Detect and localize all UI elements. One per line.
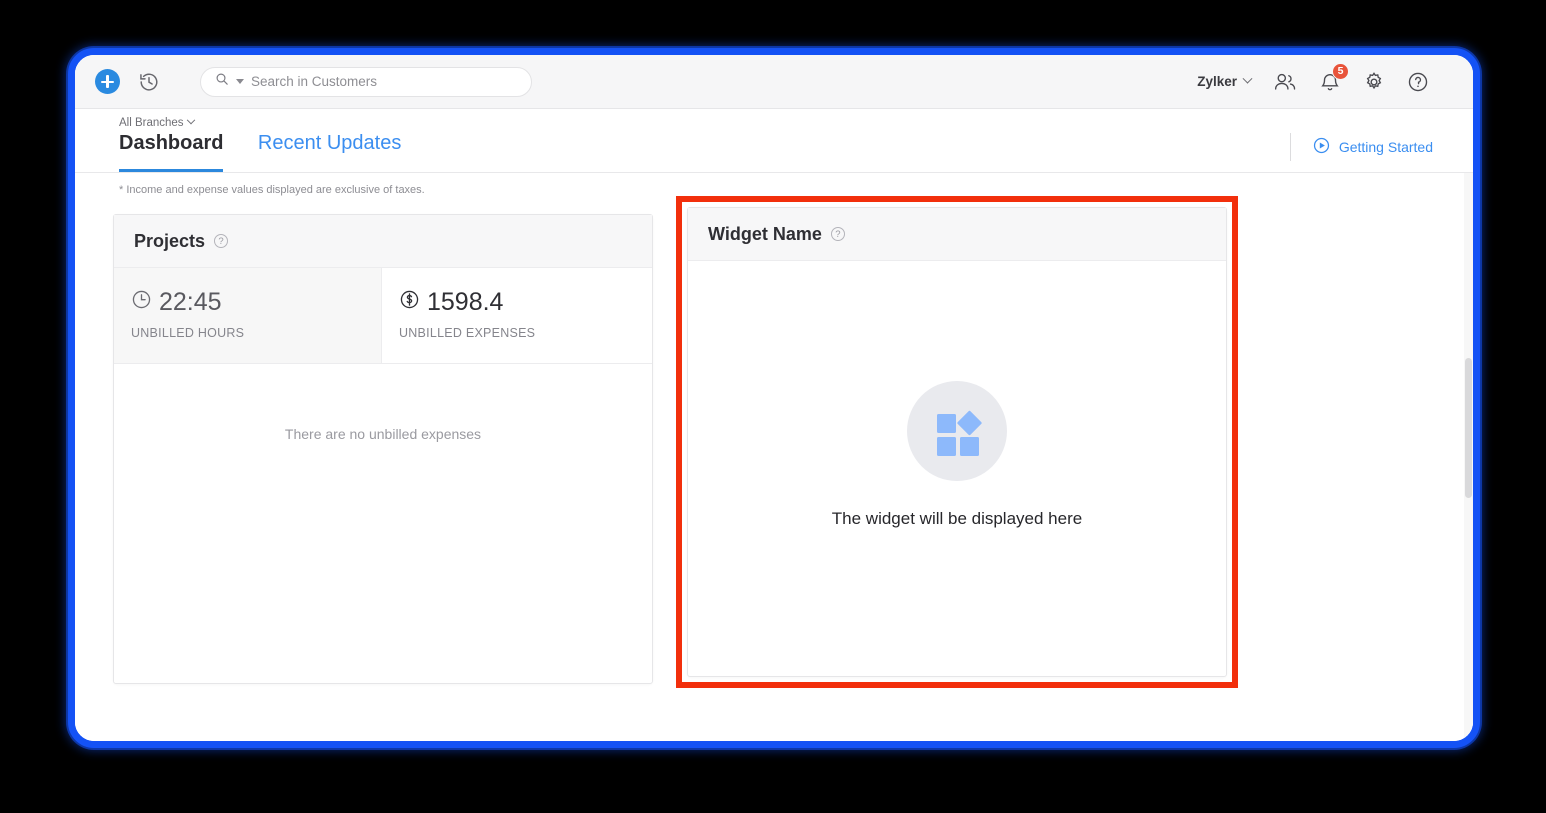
- custom-widget-body: The widget will be displayed here: [688, 261, 1226, 676]
- question-circle-icon[interactable]: ?: [830, 227, 845, 241]
- chevron-down-icon: [186, 115, 195, 125]
- metric-unbilled-expenses: 1598.4 UNBILLED EXPENSES: [382, 268, 650, 363]
- page-header: All Branches Dashboard Recent Updates Ge…: [75, 109, 1473, 173]
- custom-widget-header: Widget Name ?: [688, 208, 1226, 261]
- tax-note: * Income and expense values displayed ar…: [119, 184, 425, 196]
- clock-icon: [131, 288, 152, 317]
- vertical-scrollbar[interactable]: [1464, 173, 1473, 741]
- search-box[interactable]: [200, 66, 532, 97]
- metric-unbilled-hours: 22:45 UNBILLED HOURS: [114, 268, 382, 363]
- gear-icon[interactable]: [1363, 71, 1385, 93]
- projects-widget-title: Projects: [134, 230, 206, 251]
- top-bar: Zylker 5: [75, 55, 1473, 109]
- notifications-button[interactable]: 5: [1319, 62, 1349, 93]
- custom-widget: Widget Name ? The widget will be display…: [687, 207, 1227, 677]
- notification-badge: 5: [1332, 62, 1349, 80]
- app-window-frame: Zylker 5: [68, 48, 1480, 748]
- dollar-circle-icon: [399, 288, 420, 317]
- tab-dashboard[interactable]: Dashboard: [119, 132, 224, 172]
- question-circle-icon[interactable]: ?: [214, 234, 229, 248]
- metric-unbilled-hours-value-group: 22:45: [131, 288, 381, 317]
- search-scope-chevron-down-icon[interactable]: [236, 79, 244, 84]
- projects-widget-header: Projects ?: [114, 215, 652, 268]
- users-icon[interactable]: [1273, 71, 1297, 93]
- app-window: Zylker 5: [75, 55, 1473, 741]
- vertical-scrollbar-thumb[interactable]: [1465, 358, 1472, 498]
- projects-metrics-row: 22:45 UNBILLED HOURS 1598.4 UNBILLED EXP…: [114, 268, 652, 364]
- top-bar-left-group: [95, 66, 532, 97]
- metric-unbilled-expenses-value-group: 1598.4: [399, 288, 650, 317]
- question-circle-icon[interactable]: [1407, 71, 1429, 93]
- create-new-button[interactable]: [95, 69, 120, 94]
- history-clock-icon[interactable]: [138, 71, 160, 93]
- chevron-down-icon: [1242, 73, 1253, 84]
- widget-placeholder-text: The widget will be displayed here: [831, 508, 1083, 528]
- projects-empty-message: There are no unbilled expenses: [284, 426, 482, 442]
- dashboard-body: * Income and expense values displayed ar…: [75, 173, 1473, 741]
- organization-switcher[interactable]: Zylker: [1197, 73, 1253, 89]
- branch-selector-label: All Branches: [119, 117, 184, 129]
- metric-unbilled-hours-value: 22:45: [159, 288, 222, 316]
- header-title-group: All Branches Dashboard Recent Updates: [119, 109, 401, 172]
- branch-selector[interactable]: All Branches: [119, 115, 401, 130]
- search-input[interactable]: [251, 74, 517, 89]
- widget-grid-icon: [907, 380, 1007, 481]
- organization-name: Zylker: [1197, 74, 1237, 89]
- widget-highlight-box: Widget Name ? The widget will be display…: [676, 196, 1238, 688]
- tab-recent-updates[interactable]: Recent Updates: [258, 132, 401, 154]
- metric-unbilled-expenses-label: UNBILLED EXPENSES: [399, 326, 536, 340]
- custom-widget-title: Widget Name: [708, 223, 822, 244]
- metric-unbilled-hours-label: UNBILLED HOURS: [131, 326, 245, 340]
- search-icon: [215, 72, 229, 91]
- projects-widget: Projects ? 22:45 UNBILLED HOURS 1598.4 U…: [113, 214, 653, 684]
- metric-unbilled-expenses-value: 1598.4: [427, 288, 504, 316]
- getting-started-label: Getting Started: [1338, 139, 1433, 155]
- play-circle-icon: [1313, 137, 1330, 157]
- getting-started-button[interactable]: Getting Started: [1289, 133, 1433, 161]
- widgets-row: Projects ? 22:45 UNBILLED HOURS 1598.4 U…: [75, 196, 1473, 688]
- top-bar-right-group: Zylker 5: [1197, 62, 1455, 93]
